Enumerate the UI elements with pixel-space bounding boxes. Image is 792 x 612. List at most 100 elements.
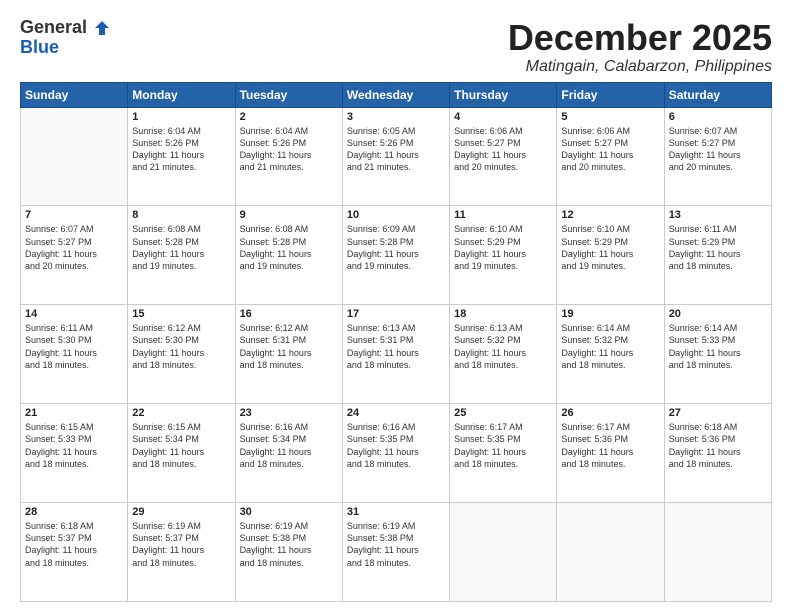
calendar-day-cell: 9 Sunrise: 6:08 AMSunset: 5:28 PMDaylight… <box>235 206 342 305</box>
header: General Blue December 2025 Matingain, Ca… <box>20 18 772 76</box>
title-block: December 2025 Matingain, Calabarzon, Phi… <box>508 18 772 76</box>
calendar-week-row: 14Sunrise: 6:11 AMSunset: 5:30 PMDayligh… <box>21 305 772 404</box>
day-number: 29 <box>132 506 230 518</box>
calendar-day-cell <box>664 503 771 602</box>
day-number: 1 <box>132 111 230 123</box>
calendar-day-cell: 12Sunrise: 6:10 AMSunset: 5:29 PMDayligh… <box>557 206 664 305</box>
header-monday: Monday <box>128 82 235 107</box>
day-number: 8 <box>132 209 230 221</box>
logo-general: General <box>20 18 111 38</box>
day-number: 12 <box>561 209 659 221</box>
day-info: Sunrise: 6:08 AMSunset: 5:28 PMDaylight:… <box>132 223 230 272</box>
calendar-day-cell <box>557 503 664 602</box>
day-info: Sunrise: 6:17 AMSunset: 5:36 PMDaylight:… <box>561 421 659 470</box>
day-info: Sunrise: 6:07 AMSunset: 5:27 PMDaylight:… <box>669 125 767 174</box>
day-info: Sunrise: 6:13 AMSunset: 5:31 PMDaylight:… <box>347 322 445 371</box>
calendar-day-cell: 27 Sunrise: 6:18 AMSunset: 5:36 PMDayligh… <box>664 404 771 503</box>
day-number: 28 <box>25 506 123 518</box>
calendar-day-cell: 20Sunrise: 6:14 AMSunset: 5:33 PMDayligh… <box>664 305 771 404</box>
logo-blue: Blue <box>20 38 59 58</box>
header-tuesday: Tuesday <box>235 82 342 107</box>
calendar-header-row: Sunday Monday Tuesday Wednesday Thursday… <box>21 82 772 107</box>
day-number: 2 <box>240 111 338 123</box>
day-number: 16 <box>240 308 338 320</box>
day-number: 15 <box>132 308 230 320</box>
day-info: Sunrise: 6:18 AMSunset: 5:36 PMDaylight:… <box>669 421 767 470</box>
calendar-day-cell: 17 Sunrise: 6:13 AMSunset: 5:31 PMDayligh… <box>342 305 449 404</box>
day-number: 27 <box>669 407 767 419</box>
day-number: 24 <box>347 407 445 419</box>
calendar-day-cell: 21 Sunrise: 6:15 AMSunset: 5:33 PMDayligh… <box>21 404 128 503</box>
day-number: 31 <box>347 506 445 518</box>
day-info: Sunrise: 6:19 AMSunset: 5:37 PMDaylight:… <box>132 520 230 569</box>
day-info: Sunrise: 6:17 AMSunset: 5:35 PMDaylight:… <box>454 421 552 470</box>
day-info: Sunrise: 6:10 AMSunset: 5:29 PMDaylight:… <box>454 223 552 272</box>
calendar-day-cell: 26Sunrise: 6:17 AMSunset: 5:36 PMDayligh… <box>557 404 664 503</box>
day-info: Sunrise: 6:14 AMSunset: 5:33 PMDaylight:… <box>669 322 767 371</box>
day-info: Sunrise: 6:14 AMSunset: 5:32 PMDaylight:… <box>561 322 659 371</box>
calendar-day-cell: 28 Sunrise: 6:18 AMSunset: 5:37 PMDayligh… <box>21 503 128 602</box>
calendar-day-cell: 3Sunrise: 6:05 AMSunset: 5:26 PMDaylight… <box>342 107 449 206</box>
day-number: 30 <box>240 506 338 518</box>
calendar-week-row: 1 Sunrise: 6:04 AMSunset: 5:26 PMDaylight… <box>21 107 772 206</box>
calendar-week-row: 21 Sunrise: 6:15 AMSunset: 5:33 PMDayligh… <box>21 404 772 503</box>
day-info: Sunrise: 6:06 AMSunset: 5:27 PMDaylight:… <box>454 125 552 174</box>
day-info: Sunrise: 6:16 AMSunset: 5:35 PMDaylight:… <box>347 421 445 470</box>
calendar-day-cell: 18 Sunrise: 6:13 AMSunset: 5:32 PMDayligh… <box>450 305 557 404</box>
day-info: Sunrise: 6:12 AMSunset: 5:31 PMDaylight:… <box>240 322 338 371</box>
day-info: Sunrise: 6:06 AMSunset: 5:27 PMDaylight:… <box>561 125 659 174</box>
day-number: 5 <box>561 111 659 123</box>
calendar-day-cell: 30 Sunrise: 6:19 AMSunset: 5:38 PMDayligh… <box>235 503 342 602</box>
calendar-day-cell: 15 Sunrise: 6:12 AMSunset: 5:30 PMDayligh… <box>128 305 235 404</box>
calendar-day-cell: 2 Sunrise: 6:04 AMSunset: 5:26 PMDaylight… <box>235 107 342 206</box>
header-wednesday: Wednesday <box>342 82 449 107</box>
day-info: Sunrise: 6:04 AMSunset: 5:26 PMDaylight:… <box>132 125 230 174</box>
calendar-day-cell: 6 Sunrise: 6:07 AMSunset: 5:27 PMDaylight… <box>664 107 771 206</box>
calendar-table: Sunday Monday Tuesday Wednesday Thursday… <box>20 82 772 602</box>
day-info: Sunrise: 6:16 AMSunset: 5:34 PMDaylight:… <box>240 421 338 470</box>
day-number: 23 <box>240 407 338 419</box>
calendar-day-cell: 16 Sunrise: 6:12 AMSunset: 5:31 PMDayligh… <box>235 305 342 404</box>
location-title: Matingain, Calabarzon, Philippines <box>508 58 772 76</box>
day-info: Sunrise: 6:15 AMSunset: 5:33 PMDaylight:… <box>25 421 123 470</box>
day-number: 22 <box>132 407 230 419</box>
calendar-week-row: 28 Sunrise: 6:18 AMSunset: 5:37 PMDayligh… <box>21 503 772 602</box>
calendar-day-cell: 29 Sunrise: 6:19 AMSunset: 5:37 PMDayligh… <box>128 503 235 602</box>
calendar-week-row: 7Sunrise: 6:07 AMSunset: 5:27 PMDaylight… <box>21 206 772 305</box>
day-info: Sunrise: 6:19 AMSunset: 5:38 PMDaylight:… <box>240 520 338 569</box>
calendar-day-cell: 25 Sunrise: 6:17 AMSunset: 5:35 PMDayligh… <box>450 404 557 503</box>
day-number: 4 <box>454 111 552 123</box>
calendar-day-cell: 4 Sunrise: 6:06 AMSunset: 5:27 PMDaylight… <box>450 107 557 206</box>
day-number: 11 <box>454 209 552 221</box>
day-info: Sunrise: 6:04 AMSunset: 5:26 PMDaylight:… <box>240 125 338 174</box>
day-number: 7 <box>25 209 123 221</box>
logo-icon <box>93 19 111 37</box>
calendar-day-cell: 1 Sunrise: 6:04 AMSunset: 5:26 PMDaylight… <box>128 107 235 206</box>
calendar-day-cell <box>21 107 128 206</box>
day-number: 6 <box>669 111 767 123</box>
day-info: Sunrise: 6:12 AMSunset: 5:30 PMDaylight:… <box>132 322 230 371</box>
calendar-day-cell: 31Sunrise: 6:19 AMSunset: 5:38 PMDayligh… <box>342 503 449 602</box>
day-info: Sunrise: 6:08 AMSunset: 5:28 PMDaylight:… <box>240 223 338 272</box>
header-friday: Friday <box>557 82 664 107</box>
day-number: 9 <box>240 209 338 221</box>
day-info: Sunrise: 6:13 AMSunset: 5:32 PMDaylight:… <box>454 322 552 371</box>
header-thursday: Thursday <box>450 82 557 107</box>
day-number: 10 <box>347 209 445 221</box>
calendar-day-cell: 19 Sunrise: 6:14 AMSunset: 5:32 PMDayligh… <box>557 305 664 404</box>
day-number: 21 <box>25 407 123 419</box>
day-info: Sunrise: 6:18 AMSunset: 5:37 PMDaylight:… <box>25 520 123 569</box>
day-number: 17 <box>347 308 445 320</box>
calendar-day-cell: 7Sunrise: 6:07 AMSunset: 5:27 PMDaylight… <box>21 206 128 305</box>
page: General Blue December 2025 Matingain, Ca… <box>0 0 792 612</box>
day-number: 19 <box>561 308 659 320</box>
day-number: 25 <box>454 407 552 419</box>
calendar-day-cell: 13Sunrise: 6:11 AMSunset: 5:29 PMDayligh… <box>664 206 771 305</box>
calendar-day-cell: 5 Sunrise: 6:06 AMSunset: 5:27 PMDaylight… <box>557 107 664 206</box>
calendar-day-cell: 24 Sunrise: 6:16 AMSunset: 5:35 PMDayligh… <box>342 404 449 503</box>
day-info: Sunrise: 6:09 AMSunset: 5:28 PMDaylight:… <box>347 223 445 272</box>
month-title: December 2025 <box>508 18 772 58</box>
calendar-day-cell: 14Sunrise: 6:11 AMSunset: 5:30 PMDayligh… <box>21 305 128 404</box>
day-number: 18 <box>454 308 552 320</box>
calendar-day-cell: 22Sunrise: 6:15 AMSunset: 5:34 PMDayligh… <box>128 404 235 503</box>
